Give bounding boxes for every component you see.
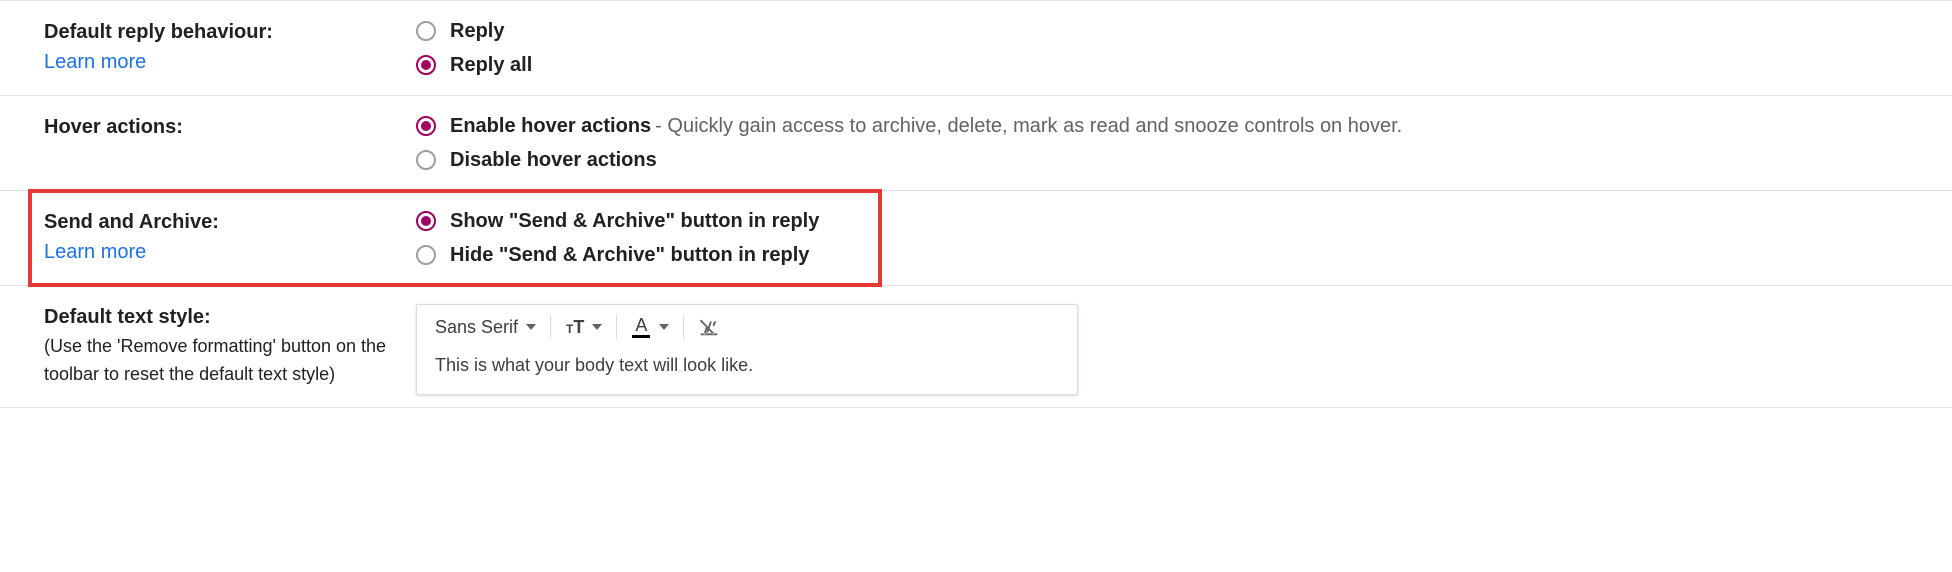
option-show-send-archive[interactable]: Show "Send & Archive" button in reply xyxy=(416,205,1952,237)
section-title: Default text style: xyxy=(44,302,416,332)
option-reply[interactable]: Reply xyxy=(416,15,1952,47)
options-column: Show "Send & Archive" button in reply Hi… xyxy=(416,203,1952,273)
option-label: Enable hover actions xyxy=(450,110,651,142)
option-label: Disable hover actions xyxy=(450,144,657,176)
label-column: Default text style: (Use the 'Remove for… xyxy=(0,298,416,388)
font-name: Sans Serif xyxy=(435,317,518,338)
text-size-icon: TT xyxy=(565,318,584,336)
option-desc: - Quickly gain access to archive, delete… xyxy=(655,110,1402,142)
radio-icon[interactable] xyxy=(416,55,436,75)
label-column: Default reply behaviour: Learn more xyxy=(0,13,416,77)
section-title: Send and Archive: xyxy=(44,207,416,237)
separator xyxy=(550,315,551,339)
section-default-text-style: Default text style: (Use the 'Remove for… xyxy=(0,285,1952,395)
chevron-down-icon xyxy=(592,324,602,330)
option-label: Show "Send & Archive" button in reply xyxy=(450,205,819,237)
section-default-reply: Default reply behaviour: Learn more Repl… xyxy=(0,0,1952,95)
text-color-icon: A xyxy=(631,316,651,338)
section-title: Default reply behaviour: xyxy=(44,17,416,47)
section-hint: (Use the 'Remove formatting' button on t… xyxy=(44,332,416,388)
option-hide-send-archive[interactable]: Hide "Send & Archive" button in reply xyxy=(416,239,1952,271)
radio-icon[interactable] xyxy=(416,150,436,170)
chevron-down-icon xyxy=(659,324,669,330)
options-column: Enable hover actions - Quickly gain acce… xyxy=(416,108,1952,178)
option-enable-hover[interactable]: Enable hover actions - Quickly gain acce… xyxy=(416,110,1952,142)
label-column: Hover actions: xyxy=(0,108,416,142)
learn-more-link[interactable]: Learn more xyxy=(44,47,416,77)
radio-icon[interactable] xyxy=(416,116,436,136)
learn-more-link[interactable]: Learn more xyxy=(44,237,416,267)
separator xyxy=(683,315,684,339)
text-color-selector[interactable]: A xyxy=(631,316,669,338)
section-hover-actions: Hover actions: Enable hover actions - Qu… xyxy=(0,95,1952,190)
radio-icon[interactable] xyxy=(416,21,436,41)
separator xyxy=(616,315,617,339)
option-label: Reply all xyxy=(450,49,532,81)
option-disable-hover[interactable]: Disable hover actions xyxy=(416,144,1952,176)
option-reply-all[interactable]: Reply all xyxy=(416,49,1952,81)
option-label: Hide "Send & Archive" button in reply xyxy=(450,239,809,271)
font-family-selector[interactable]: Sans Serif xyxy=(435,317,536,338)
chevron-down-icon xyxy=(526,324,536,330)
label-column: Send and Archive: Learn more xyxy=(0,203,416,267)
options-column: Sans Serif TT A xyxy=(416,298,1952,395)
options-column: Reply Reply all xyxy=(416,13,1952,83)
remove-formatting-button[interactable] xyxy=(698,316,720,338)
section-title: Hover actions: xyxy=(44,112,416,142)
option-label: Reply xyxy=(450,15,504,47)
radio-icon[interactable] xyxy=(416,211,436,231)
remove-formatting-icon xyxy=(698,316,720,338)
text-style-toolbar: Sans Serif TT A xyxy=(417,305,1077,345)
radio-icon[interactable] xyxy=(416,245,436,265)
text-style-preview: This is what your body text will look li… xyxy=(417,345,1077,394)
font-size-selector[interactable]: TT xyxy=(565,318,602,336)
text-style-box: Sans Serif TT A xyxy=(416,304,1078,395)
section-send-archive: Send and Archive: Learn more Show "Send … xyxy=(0,190,1952,285)
divider xyxy=(0,407,1952,408)
